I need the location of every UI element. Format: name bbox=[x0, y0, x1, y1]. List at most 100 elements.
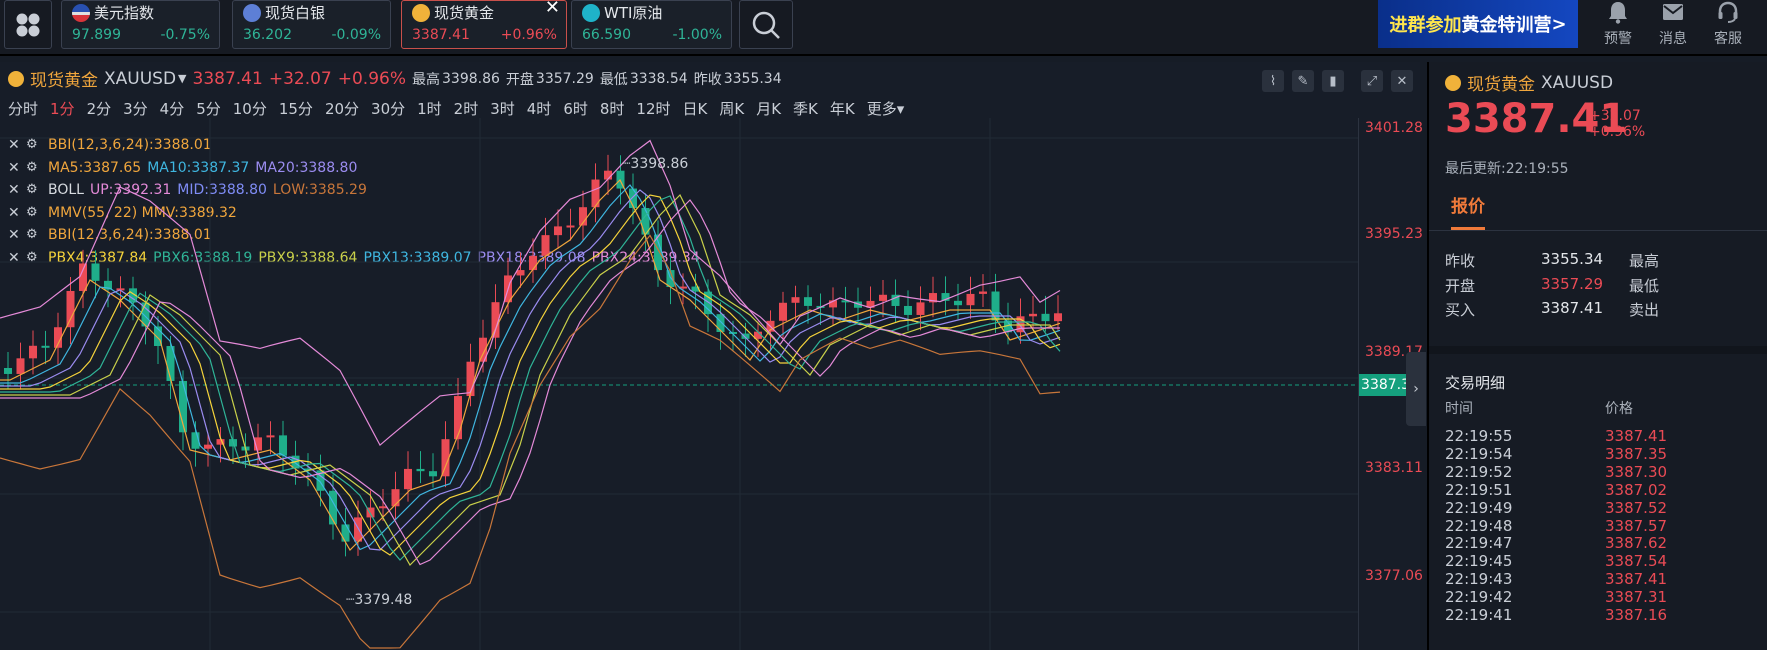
candlestick-chart[interactable]: ┈3398.86 ┈3379.48 bbox=[0, 118, 1358, 650]
period-tab[interactable]: 1分 bbox=[50, 98, 75, 119]
candle bbox=[416, 468, 425, 472]
quote-buy: 3387.41 bbox=[1541, 299, 1604, 317]
candle bbox=[279, 435, 287, 456]
period-tab[interactable]: 30分 bbox=[371, 98, 405, 119]
candle bbox=[791, 297, 800, 303]
price-tick-label: 3401.28 bbox=[1365, 120, 1423, 136]
candle bbox=[341, 524, 350, 542]
period-tab[interactable]: 3时 bbox=[490, 98, 515, 119]
candle bbox=[979, 291, 987, 294]
period-tab[interactable]: 3分 bbox=[123, 98, 148, 119]
header-prev-close: 3355.34 bbox=[723, 70, 782, 87]
quote-label: 最高 bbox=[1629, 252, 1660, 270]
tab-price: 36.202 bbox=[243, 27, 292, 43]
candle bbox=[954, 300, 962, 306]
period-tab[interactable]: 月K bbox=[756, 98, 781, 119]
close-icon[interactable]: ✕ bbox=[545, 0, 560, 18]
period-tab[interactable]: 2分 bbox=[87, 98, 112, 119]
fullscreen-icon[interactable]: ⤢ bbox=[1361, 70, 1383, 92]
panel-symbol-code: XAUUSD bbox=[1541, 72, 1614, 93]
trade-time: 22:19:54 bbox=[1445, 444, 1513, 463]
trade-price: 3387.35 bbox=[1605, 444, 1668, 463]
candle bbox=[566, 225, 575, 228]
tab-change: +0.96% bbox=[500, 27, 557, 43]
alert-button[interactable]: 预警 bbox=[1594, 0, 1642, 52]
candle bbox=[404, 468, 412, 490]
search-button[interactable] bbox=[739, 0, 793, 49]
trade-time: 22:19:43 bbox=[1445, 570, 1513, 589]
trade-row: 22:19:49 3387.52 bbox=[1445, 499, 1667, 518]
period-tab[interactable]: 5分 bbox=[196, 98, 221, 119]
search-icon bbox=[752, 11, 780, 39]
apps-menu-button[interactable] bbox=[4, 0, 52, 49]
period-tab[interactable]: 4时 bbox=[527, 98, 552, 119]
candle bbox=[204, 444, 212, 449]
panel-change-pct: +0.96% bbox=[1589, 124, 1646, 140]
period-tabs: 分时 1分 2分 3分 4分 5分 10分 15分 20分 30分 1时 2时 3时 4时 6时 8时 12时日… bbox=[8, 98, 916, 119]
period-tab[interactable]: 6时 bbox=[563, 98, 588, 119]
candle bbox=[41, 345, 50, 348]
trade-price: 3387.16 bbox=[1605, 606, 1668, 625]
quote-label: 开盘 bbox=[1445, 277, 1476, 295]
candle bbox=[79, 263, 87, 291]
trade-row: 22:19:55 3387.41 bbox=[1445, 427, 1667, 446]
period-tab[interactable]: 2时 bbox=[454, 98, 479, 119]
tab-us-dollar-index[interactable]: 美元指数 97.899 -0.75% bbox=[61, 0, 220, 49]
period-tab[interactable]: 20分 bbox=[325, 98, 359, 119]
trade-row: 22:19:47 3387.62 bbox=[1445, 535, 1667, 553]
indicator-line bbox=[0, 199, 1060, 566]
indicator-line-icon[interactable]: ⌇ bbox=[1262, 70, 1284, 92]
period-tab[interactable]: 12时 bbox=[636, 98, 670, 119]
tab-wti-crude[interactable]: WTI原油 66.590 -1.00% bbox=[571, 0, 732, 49]
period-tab[interactable]: 日K bbox=[683, 98, 708, 119]
trade-price: 3387.41 bbox=[1605, 570, 1668, 589]
silver-coin-icon bbox=[243, 3, 261, 22]
symbol-dropdown-icon[interactable]: ▼ bbox=[178, 72, 186, 85]
trade-time: 22:19:52 bbox=[1445, 462, 1513, 481]
trade-row: 22:19:41 3387.16 bbox=[1445, 606, 1668, 625]
trades-title: 交易明细 bbox=[1445, 374, 1506, 392]
trade-row: 22:19:45 3387.54 bbox=[1445, 552, 1667, 571]
collapse-panel-button[interactable]: › bbox=[1406, 352, 1426, 426]
quote-open: 3357.29 bbox=[1541, 275, 1604, 293]
tab-quote[interactable]: 报价 bbox=[1451, 192, 1485, 217]
indicator-line bbox=[0, 193, 1061, 566]
period-tab[interactable]: 周K bbox=[719, 98, 744, 119]
trades-time-header: 时间 bbox=[1445, 401, 1473, 417]
oil-icon bbox=[582, 3, 600, 22]
symbol-name[interactable]: 现货黄金 bbox=[30, 66, 98, 91]
period-tab[interactable]: 8时 bbox=[600, 98, 625, 119]
tab-price: 3387.41 bbox=[412, 27, 470, 43]
period-tab[interactable]: 季K bbox=[793, 98, 818, 119]
messages-button[interactable]: 消息 bbox=[1649, 0, 1697, 52]
draw-pen-icon[interactable]: ✎ bbox=[1292, 70, 1314, 92]
close-chart-icon[interactable]: ✕ bbox=[1391, 70, 1413, 92]
trade-row: 22:19:48 3387.57 bbox=[1445, 517, 1667, 536]
tab-spot-silver[interactable]: 现货白银 36.202 -0.09% bbox=[232, 0, 391, 49]
period-tab[interactable]: 1时 bbox=[417, 98, 442, 119]
trade-time: 22:19:42 bbox=[1445, 588, 1513, 607]
period-tab[interactable]: 15分 bbox=[279, 98, 313, 119]
boll-lower-line bbox=[0, 234, 1061, 649]
candle bbox=[1041, 313, 1050, 322]
period-tab[interactable]: 年K bbox=[830, 98, 855, 119]
candle-type-icon[interactable]: ▮ bbox=[1322, 70, 1344, 92]
mail-icon bbox=[1663, 4, 1683, 20]
quote-panel: 现货黄金 XAUUSD 3387.41 +32.07 +0.96% 最后更新:2… bbox=[1427, 62, 1767, 650]
period-tab[interactable]: 4分 bbox=[160, 98, 185, 119]
tab-name: 现货黄金 bbox=[434, 4, 495, 22]
candle bbox=[266, 435, 275, 438]
chart-panel: 现货黄金 XAUUSD ▼ 3387.41 +32.07 +0.96% 最高 33… bbox=[0, 62, 1426, 650]
support-button[interactable]: 客服 bbox=[1704, 0, 1752, 52]
trade-time: 22:19:41 bbox=[1445, 606, 1513, 625]
header-change-pct: +0.96% bbox=[337, 68, 406, 89]
period-tab[interactable]: 10分 bbox=[233, 98, 267, 119]
period-tab[interactable]: 分时 bbox=[8, 98, 38, 119]
promo-banner[interactable]: 进群参加 黄金特训营 > bbox=[1378, 0, 1578, 48]
chart-header: 现货黄金 XAUUSD ▼ 3387.41 +32.07 +0.96% 最高 33… bbox=[8, 66, 782, 91]
period-tab[interactable]: 更多▾ bbox=[867, 98, 905, 119]
tab-spot-gold[interactable]: 现货黄金 3387.41 +0.96% ✕ bbox=[401, 0, 567, 49]
symbol-code[interactable]: XAUUSD bbox=[104, 69, 176, 89]
trade-row: 22:19:54 3387.35 bbox=[1445, 444, 1668, 464]
header-change: +32.07 bbox=[268, 68, 332, 89]
